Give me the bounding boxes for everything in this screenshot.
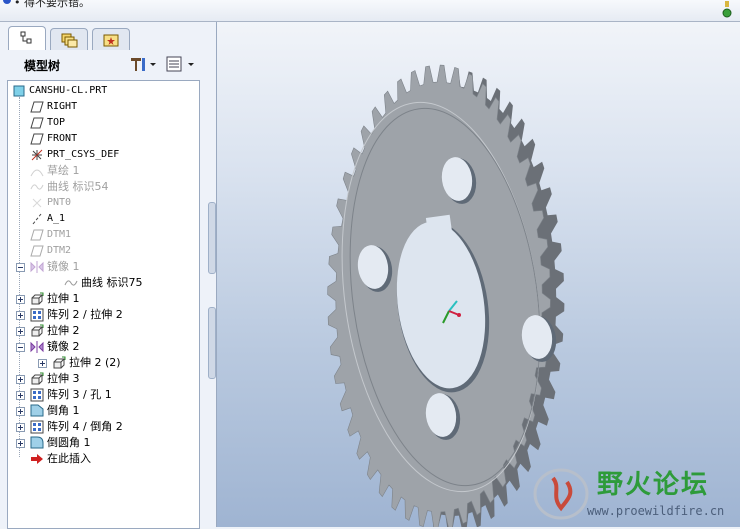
tree-item-label: 拉伸 2 (2) bbox=[69, 356, 121, 369]
message-bullet-icon bbox=[3, 0, 11, 4]
tree-item-label: 草绘 1 bbox=[47, 164, 80, 177]
tree-item-label: 拉伸 1 bbox=[47, 292, 80, 305]
settings-menu-button[interactable] bbox=[128, 55, 158, 73]
extrude-icon bbox=[31, 324, 44, 337]
folder-browser-tab[interactable] bbox=[50, 28, 88, 50]
splitter-handle-top[interactable] bbox=[208, 202, 216, 274]
favorites-tab[interactable] bbox=[92, 28, 130, 50]
panel-title: 模型树 bbox=[24, 59, 61, 73]
pattern-icon bbox=[30, 420, 44, 434]
expand-icon[interactable] bbox=[16, 439, 25, 448]
expand-icon[interactable] bbox=[16, 295, 25, 304]
tree-item-label: A_1 bbox=[47, 213, 66, 224]
tree-item-label: PRT_CSYS_DEF bbox=[47, 149, 120, 160]
tree-item-label: DTM1 bbox=[47, 229, 72, 240]
show-menu-button[interactable] bbox=[165, 55, 197, 73]
datum-plane-icon bbox=[30, 133, 44, 145]
tree-item-label: 拉伸 2 bbox=[47, 324, 80, 337]
collapse-icon[interactable] bbox=[16, 263, 25, 272]
tree-item-label: 曲线 标识54 bbox=[47, 180, 109, 193]
expand-icon[interactable] bbox=[38, 359, 47, 368]
model-tree-icon bbox=[20, 31, 32, 44]
tree-item-label: 阵列 2 / 拉伸 2 bbox=[47, 308, 123, 321]
datum-plane-icon bbox=[30, 245, 44, 257]
gear-model[interactable] bbox=[217, 22, 740, 527]
tree-item-label: 阵列 4 / 倒角 2 bbox=[47, 420, 123, 433]
message-bar: • 得不要示错。 bbox=[0, 0, 740, 22]
expand-icon[interactable] bbox=[16, 407, 25, 416]
expand-icon[interactable] bbox=[16, 375, 25, 384]
datum-plane-icon bbox=[30, 229, 44, 241]
pattern-icon bbox=[30, 308, 44, 322]
collapse-icon[interactable] bbox=[16, 343, 25, 352]
tree-item-label: CANSHU-CL.PRT bbox=[29, 85, 108, 96]
datum-point-icon bbox=[32, 198, 42, 208]
tree-item-label: FRONT bbox=[47, 133, 78, 144]
insert-here-arrow-icon bbox=[31, 454, 43, 464]
csys-icon bbox=[31, 149, 43, 161]
graphics-window[interactable]: 野火论坛 www.proewildfire.cn bbox=[217, 22, 740, 527]
tree-item-label: 镜像 2 bbox=[47, 340, 80, 353]
splitter-handle-bottom[interactable] bbox=[208, 307, 216, 379]
tree-item-label: PNT0 bbox=[47, 197, 72, 208]
watermark-title: 野火论坛 bbox=[597, 470, 710, 500]
tree-item-label: 倒角 1 bbox=[47, 404, 80, 417]
watermark-url: www.proewildfire.cn bbox=[587, 504, 725, 518]
mirror-icon bbox=[30, 341, 44, 353]
model-tree-header: 模型树 bbox=[4, 52, 204, 76]
expand-icon[interactable] bbox=[16, 423, 25, 432]
message-text: • 得不要示错。 bbox=[14, 0, 90, 9]
extrude-icon bbox=[31, 372, 44, 385]
model-tree: CANSHU-CL.PRT RIGHT TOP FRONT PRT_CSYS_DEF 草绘… bbox=[7, 80, 200, 529]
datum-axis-icon bbox=[32, 213, 42, 225]
chamfer-icon bbox=[30, 404, 44, 417]
mirror-icon bbox=[30, 261, 44, 273]
tree-item-label: 拉伸 3 bbox=[47, 372, 80, 385]
tree-item-label: 阵列 3 / 孔 1 bbox=[47, 388, 112, 401]
tools-icon bbox=[131, 58, 156, 71]
tree-item-label: TOP bbox=[47, 117, 66, 128]
tree-item-label: DTM2 bbox=[47, 245, 72, 256]
model-tree-tab[interactable] bbox=[8, 26, 46, 50]
datum-plane-icon bbox=[30, 101, 44, 113]
tree-item-label: 在此插入 bbox=[47, 452, 91, 465]
navigator-tabs bbox=[6, 26, 212, 50]
tree-item-label: 曲线 标识75 bbox=[81, 276, 143, 289]
forum-watermark: 野火论坛 www.proewildfire.cn bbox=[527, 460, 740, 527]
favorites-icon bbox=[103, 34, 119, 47]
tree-item-label: 镜像 1 bbox=[47, 260, 80, 273]
tree-item-label: 倒圆角 1 bbox=[47, 436, 91, 449]
tree-columns-icon bbox=[166, 56, 194, 72]
datum-plane-icon bbox=[30, 117, 44, 129]
round-icon bbox=[30, 436, 44, 449]
navigator-panel: 模型树 CANSHU-CL.PRT RIGHT TOP FRONT PRT_CSYS_D… bbox=[0, 22, 217, 529]
tree-item-label: RIGHT bbox=[47, 101, 78, 112]
extrude-icon bbox=[31, 292, 44, 305]
sketch-icon bbox=[30, 169, 44, 177]
extrude-icon bbox=[53, 356, 66, 369]
part-icon bbox=[13, 85, 25, 97]
expand-icon[interactable] bbox=[16, 311, 25, 320]
keyway-slot bbox=[425, 214, 453, 240]
curve-icon bbox=[64, 280, 78, 286]
folder-browser-icon bbox=[61, 33, 78, 48]
curve-icon bbox=[30, 184, 44, 190]
forum-logo-icon bbox=[533, 468, 589, 520]
status-light-icon[interactable] bbox=[722, 1, 732, 19]
pattern-icon bbox=[30, 388, 44, 402]
expand-icon[interactable] bbox=[16, 391, 25, 400]
expand-icon[interactable] bbox=[16, 327, 25, 336]
tree-guide-line bbox=[19, 97, 20, 457]
